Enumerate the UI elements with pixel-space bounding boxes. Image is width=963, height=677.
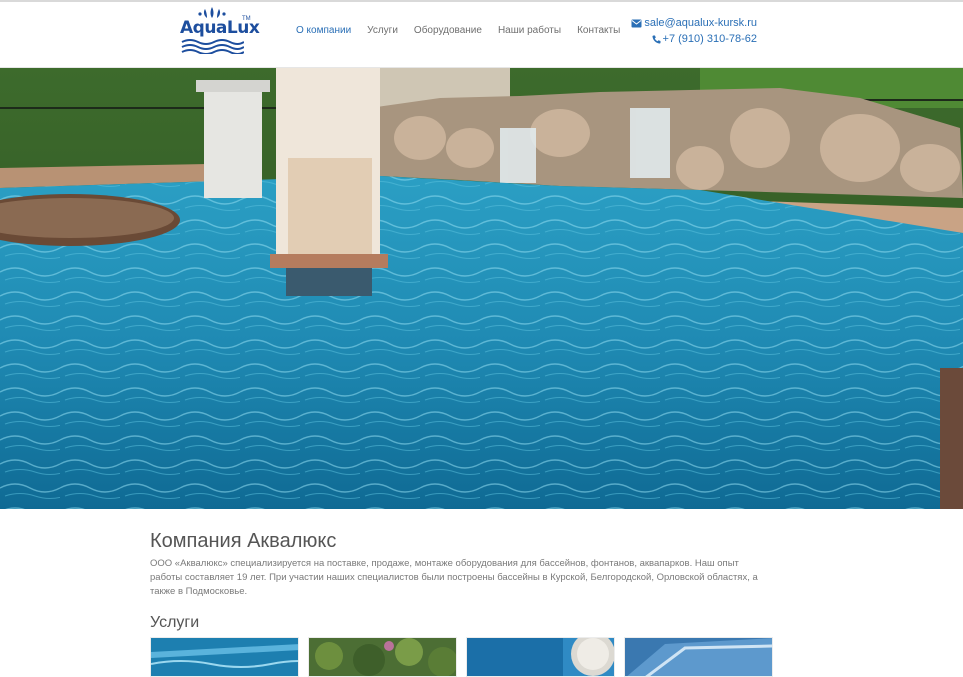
- nav-item-services[interactable]: Услуги: [367, 24, 398, 38]
- pool-water-image: [151, 638, 298, 676]
- main-nav: О компании Услуги Оборудование Наши рабо…: [296, 24, 636, 38]
- garden-plants-image: [309, 638, 456, 676]
- service-cards: [150, 637, 780, 677]
- about-text: ООО «Аквалюкс» специализируется на поста…: [150, 558, 758, 597]
- mosaic-pool-image: [467, 638, 614, 676]
- nav-item-about[interactable]: О компании: [296, 24, 351, 38]
- hero-banner: [0, 68, 963, 509]
- nav-item-works[interactable]: Наши работы: [498, 24, 561, 38]
- phone-icon: [652, 35, 661, 44]
- envelope-icon: [631, 19, 642, 27]
- water-slide-image: [625, 638, 772, 676]
- nav-item-contacts[interactable]: Контакты: [577, 24, 620, 38]
- nav-item-equipment[interactable]: Оборудование: [414, 24, 482, 38]
- page-title: Компания Аквалюкс: [150, 530, 337, 552]
- aqualux-logo[interactable]: AquaLux TM: [178, 6, 260, 56]
- site-header: AquaLux TM О компании Услуги Оборудовани…: [0, 2, 963, 68]
- services-title: Услуги: [150, 614, 200, 631]
- logo-trademark: TM: [242, 16, 251, 22]
- email-text: sale@aqualux-kursk.ru: [644, 17, 757, 29]
- phone-text: +7 (910) 310-78-62: [662, 33, 757, 45]
- service-card-pools[interactable]: [150, 637, 299, 677]
- service-card-equipment[interactable]: [466, 637, 615, 677]
- service-card-waterparks[interactable]: [624, 637, 773, 677]
- service-card-landscape[interactable]: [308, 637, 457, 677]
- phone-link[interactable]: +7 (910) 310-78-62: [631, 31, 757, 47]
- header-contacts: sale@aqualux-kursk.ru +7 (910) 310-78-62: [631, 15, 757, 47]
- about-section: Компания Аквалюкс ООО «Аквалюкс» специал…: [150, 528, 780, 633]
- waves-icon: [181, 39, 244, 54]
- hero-pool-image: [0, 68, 963, 509]
- email-link[interactable]: sale@aqualux-kursk.ru: [631, 15, 757, 31]
